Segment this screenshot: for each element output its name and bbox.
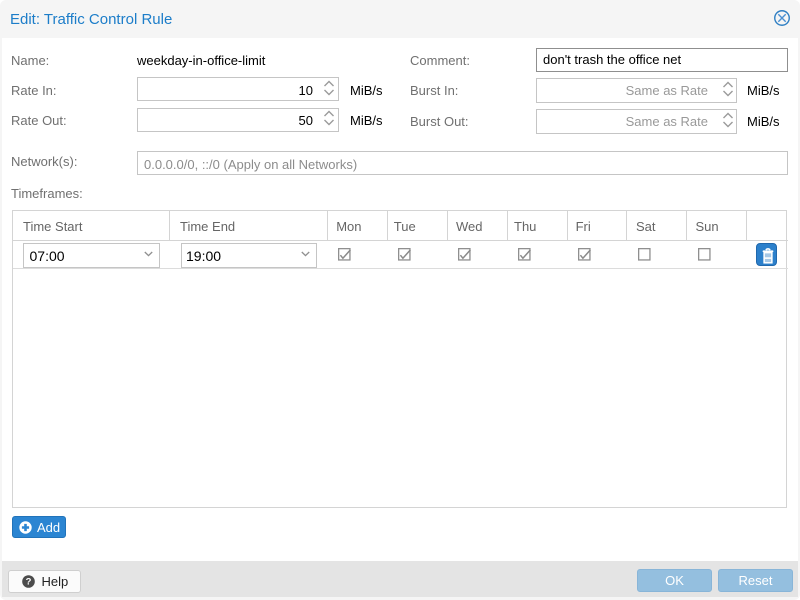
svg-text:?: ? (25, 577, 31, 588)
